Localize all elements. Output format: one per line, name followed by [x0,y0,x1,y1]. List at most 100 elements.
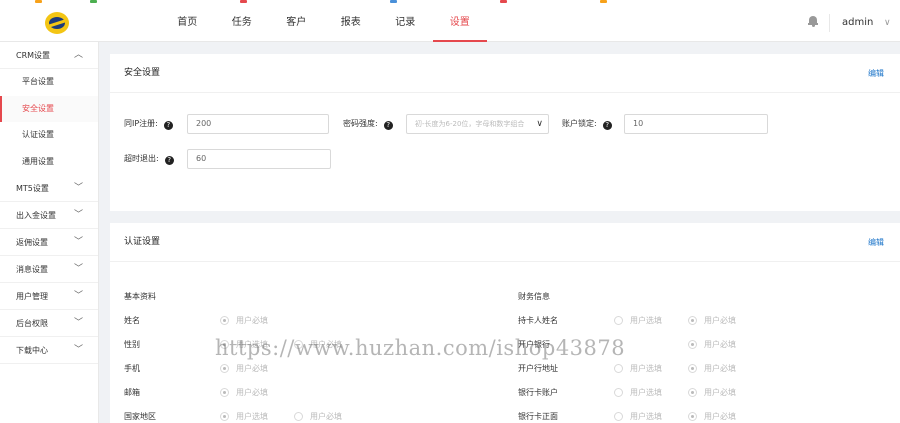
radio-optional[interactable] [614,388,623,397]
account-lock-label: 账户锁定: [562,119,597,128]
row-label-cardholder: 持卡人姓名 [518,316,558,325]
sidebar-group-label: MT5设置 [16,184,49,193]
nav-customers[interactable]: 客户 [269,4,324,42]
radio-optional[interactable] [614,316,623,325]
nav-tasks[interactable]: 任务 [215,4,270,42]
account-lock-input[interactable]: 10 [624,114,768,134]
sidebar-group-users[interactable]: 用户管理 ﹀ [0,283,98,310]
help-icon[interactable]: ? [164,156,174,165]
timeout-label: 超时退出: [124,154,159,163]
tab-icon [600,0,607,3]
basic-info-heading: 基本资料 [124,292,156,301]
field-label: 账户锁定:? [562,114,612,134]
sidebar-item-general[interactable]: 通用设置 [0,149,98,176]
sidebar-group-label: 下载中心 [16,346,48,355]
sidebar-group-label: 用户管理 [16,292,48,301]
nav-reports[interactable]: 报表 [324,4,379,42]
tab-icon [240,0,247,3]
card-header: 认证设置 编辑 [110,223,900,262]
sidebar-group-label: 返佣设置 [16,238,48,247]
radio-label: 用户必填 [236,364,268,373]
nav-settings[interactable]: 设置 [432,4,488,42]
row-label-bank-address: 开户行地址 [518,364,558,373]
sidebar-group-label: 后台权限 [16,319,48,328]
chevron-down-icon: ﹀ [74,183,84,193]
radio-label: 用户必填 [310,412,342,421]
edit-button[interactable]: 编辑 [868,54,884,93]
radio-label: 用户必填 [704,388,736,397]
edit-button[interactable]: 编辑 [868,223,884,262]
logo-icon[interactable] [45,12,69,34]
auth-card: 认证设置 编辑 基本资料 财务信息 姓名 用户必填 性别 用户选填 用户必填 手… [110,223,900,423]
tab-icon [500,0,507,3]
user-name[interactable]: admin [842,4,873,42]
radio-required[interactable] [220,316,229,325]
bell-icon[interactable] [808,16,818,27]
sidebar-group-rebate[interactable]: 返佣设置 ﹀ [0,229,98,256]
header-divider [829,14,830,32]
sidebar-item-auth[interactable]: 认证设置 [0,122,98,149]
radio-required[interactable] [688,364,697,373]
row-label-name: 姓名 [124,316,140,325]
row-label-email: 邮箱 [124,388,140,397]
tab-icon [35,0,42,3]
radio-label: 用户选填 [630,412,662,421]
radio-required[interactable] [220,388,229,397]
chevron-down-icon[interactable]: ∨ [884,4,891,42]
row-label-gender: 性别 [124,340,140,349]
radio-optional[interactable] [220,412,229,421]
radio-required[interactable] [688,412,697,421]
radio-label: 用户选填 [630,388,662,397]
sidebar: CRM设置 ︿ 平台设置 安全设置 认证设置 通用设置 MT5设置 ﹀ 出入金设… [0,42,99,423]
sidebar-group-downloads[interactable]: 下载中心 ﹀ [0,337,98,364]
timeout-input[interactable]: 60 [187,149,331,169]
password-strength-label: 密码强度: [343,119,378,128]
radio-required[interactable] [294,412,303,421]
card-title: 安全设置 [124,68,161,78]
tab-icon [90,0,97,3]
sidebar-group-permissions[interactable]: 后台权限 ﹀ [0,310,98,337]
card-title: 认证设置 [124,237,161,247]
sidebar-group-crm[interactable]: CRM设置 ︿ [0,42,98,69]
field-label: 同IP注册:? [124,114,173,134]
main-nav: 首页 任务 客户 报表 记录 设置 [160,4,487,42]
sidebar-group-funds[interactable]: 出入金设置 ﹀ [0,202,98,229]
help-icon[interactable]: ? [602,121,612,130]
sidebar-item-security[interactable]: 安全设置 [0,95,98,122]
field-label: 超时退出:? [124,149,174,169]
help-icon[interactable]: ? [383,121,393,130]
chevron-down-icon: ∨ [536,119,543,129]
sidebar-group-mt5[interactable]: MT5设置 ﹀ [0,175,98,202]
card-header: 安全设置 编辑 [110,54,900,93]
sidebar-item-platform[interactable]: 平台设置 [0,69,98,96]
radio-label: 用户必填 [236,316,268,325]
same-ip-input[interactable]: 200 [187,114,329,134]
radio-required[interactable] [688,316,697,325]
same-ip-label: 同IP注册: [124,119,158,128]
radio-optional[interactable] [614,412,623,421]
radio-required[interactable] [220,364,229,373]
help-icon[interactable]: ? [163,121,173,130]
tab-icon [390,0,397,3]
top-bar: 首页 任务 客户 报表 记录 设置 admin ∨ [0,4,900,42]
row-label-card-front: 银行卡正面 [518,412,558,421]
sidebar-group-messages[interactable]: 消息设置 ﹀ [0,256,98,283]
chevron-down-icon: ﹀ [74,318,84,328]
sidebar-group-label: 消息设置 [16,265,48,274]
chevron-down-icon: ﹀ [74,210,84,220]
password-strength-select[interactable]: 初-长度为6-20位，字母和数字组合 ∨ [406,114,549,134]
radio-label: 用户必填 [704,364,736,373]
sidebar-group-label: 出入金设置 [16,211,56,220]
radio-required[interactable] [688,388,697,397]
radio-label: 用户选填 [630,316,662,325]
radio-optional[interactable] [614,364,623,373]
nav-records[interactable]: 记录 [378,4,433,42]
nav-home[interactable]: 首页 [160,4,215,42]
field-label: 密码强度:? [343,114,393,134]
radio-label: 用户必填 [704,316,736,325]
finance-info-heading: 财务信息 [518,292,550,301]
security-card: 安全设置 编辑 同IP注册:? 200 密码强度:? 初-长度为6-20位，字母… [110,54,900,211]
chevron-up-icon: ︿ [74,50,84,60]
radio-required[interactable] [688,340,697,349]
chevron-down-icon: ﹀ [74,291,84,301]
